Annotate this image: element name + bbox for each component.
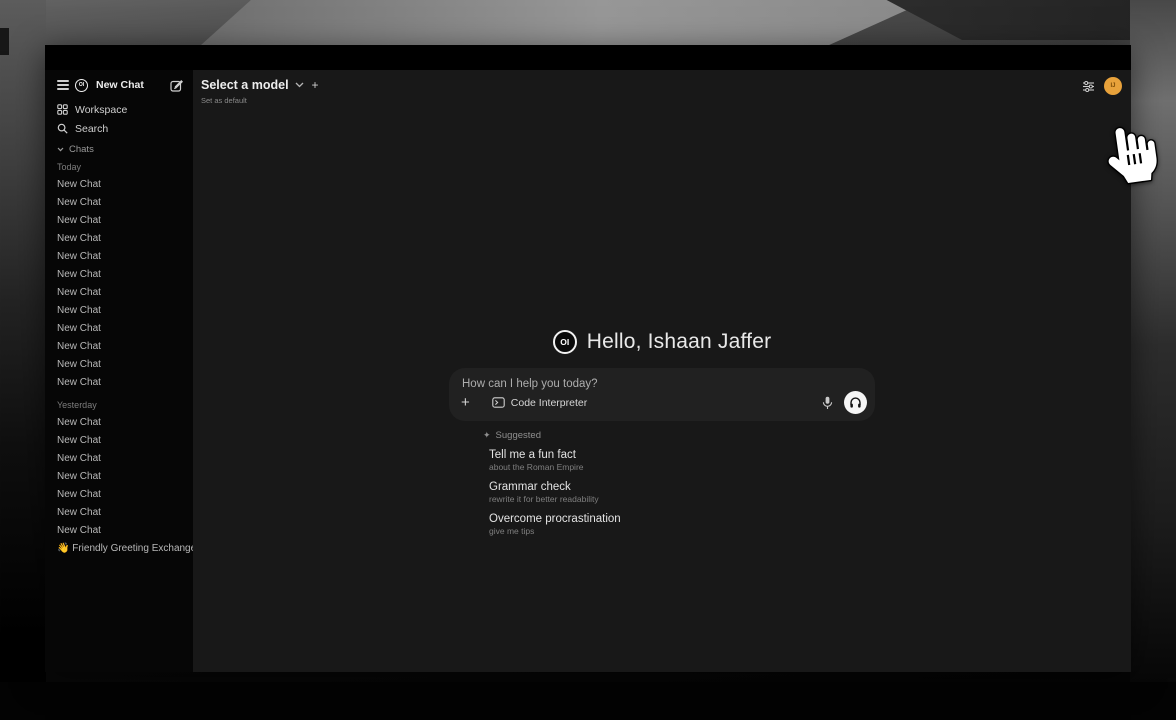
chat-list-item[interactable]: New Chat (45, 521, 193, 539)
welcome-area: OI Hello, Ishaan Jaffer + (449, 328, 875, 537)
chat-list-item[interactable]: New Chat (45, 337, 193, 355)
chevron-down-icon (57, 147, 64, 152)
sidebar-toggle-icon[interactable] (57, 80, 69, 89)
chat-list-item[interactable]: New Chat (45, 265, 193, 283)
sidebar-title: New Chat (96, 79, 164, 91)
desktop-background-shape (0, 28, 9, 55)
message-composer: + Code Interpreter (449, 368, 875, 421)
suggested-header: ✦ Suggested (483, 429, 875, 441)
app-window: OI New Chat Wo (45, 45, 1131, 672)
user-avatar[interactable]: IJ (1104, 77, 1122, 95)
chat-list-item[interactable]: New Chat (45, 175, 193, 193)
greeting: OI Hello, Ishaan Jaffer (449, 328, 875, 356)
chat-list-item[interactable]: New Chat (45, 211, 193, 229)
sparkle-icon: ✦ (483, 430, 491, 441)
suggested-label: Suggested (496, 430, 541, 441)
chat-list-item[interactable]: New Chat (45, 355, 193, 373)
code-interpreter-label: Code Interpreter (511, 397, 587, 409)
suggested-prompt-title: Tell me a fun fact (489, 448, 875, 462)
code-interpreter-icon (492, 397, 505, 408)
chat-list-item[interactable]: New Chat (45, 193, 193, 211)
app-logo-icon: OI (75, 79, 88, 92)
chat-list-today: New ChatNew ChatNew ChatNew ChatNew Chat… (45, 175, 193, 391)
chat-list-item[interactable]: New Chat (45, 373, 193, 391)
chevron-down-icon (295, 82, 304, 88)
new-chat-icon[interactable] (170, 79, 183, 92)
suggested-prompt[interactable]: Overcome procrastination give me tips (483, 512, 875, 537)
suggested-prompt-title: Overcome procrastination (489, 512, 875, 526)
sidebar-item-label: Workspace (75, 104, 127, 116)
chats-section-label: Chats (69, 144, 94, 155)
search-icon (57, 123, 68, 134)
set-as-default-button[interactable]: Set as default (201, 96, 247, 105)
desktop-background-shape (0, 0, 46, 720)
suggested-prompt[interactable]: Grammar check rewrite it for better read… (483, 480, 875, 505)
suggested-prompts: Tell me a fun fact about the Roman Empir… (483, 448, 875, 537)
chat-list-item[interactable]: New Chat (45, 485, 193, 503)
desktop-background-shape (1130, 0, 1176, 720)
main-panel: Select a model + Set as default (193, 70, 1131, 672)
sidebar-item-label: Search (75, 123, 108, 135)
suggested-prompt-subtitle: about the Roman Empire (489, 462, 875, 473)
controls-sliders-icon[interactable] (1082, 80, 1095, 93)
chat-list-item[interactable]: New Chat (45, 283, 193, 301)
chat-list-item[interactable]: New Chat (45, 247, 193, 265)
chat-list-item[interactable]: New Chat (45, 503, 193, 521)
chat-list-item[interactable]: New Chat (45, 229, 193, 247)
model-selector[interactable]: Select a model + (201, 78, 319, 92)
sidebar-header: OI New Chat (45, 76, 193, 94)
chat-list-item[interactable]: New Chat (45, 413, 193, 431)
suggested-prompt[interactable]: Tell me a fun fact about the Roman Empir… (483, 448, 875, 473)
sidebar: OI New Chat Wo (45, 70, 193, 672)
suggested-prompt-subtitle: give me tips (489, 526, 875, 537)
greeting-text: Hello, Ishaan Jaffer (587, 330, 772, 354)
suggested-section: ✦ Suggested Tell me a fun fact about the… (449, 429, 875, 537)
chat-list-item[interactable]: New Chat (45, 449, 193, 467)
model-selector-label: Select a model (201, 78, 289, 92)
desktop: OI New Chat Wo (0, 0, 1176, 720)
add-model-button[interactable]: + (312, 78, 319, 92)
voice-input-button[interactable] (822, 396, 833, 410)
attach-button[interactable]: + (461, 395, 470, 410)
desktop-background-shape (200, 0, 929, 46)
workspace-icon (57, 104, 68, 115)
suggested-prompt-subtitle: rewrite it for better readability (489, 494, 875, 505)
chat-list-item[interactable]: 👋 Friendly Greeting Exchange (45, 539, 193, 557)
app-logo-icon: OI (553, 330, 577, 354)
desktop-background-shape (0, 682, 1176, 720)
microphone-icon (822, 396, 833, 410)
sidebar-item-workspace[interactable]: Workspace (45, 100, 193, 119)
chats-section-toggle[interactable]: Chats (45, 140, 193, 159)
chat-group-label: Yesterday (45, 397, 193, 413)
sidebar-item-search[interactable]: Search (45, 119, 193, 138)
voice-call-button[interactable] (844, 391, 867, 414)
code-interpreter-toggle[interactable]: Code Interpreter (492, 397, 587, 409)
chat-list-item[interactable]: New Chat (45, 467, 193, 485)
topbar: Select a model + Set as default (193, 70, 1131, 116)
chat-list-item[interactable]: New Chat (45, 431, 193, 449)
window-title-strip (45, 45, 1131, 70)
chat-group-label: Today (45, 159, 193, 175)
chat-list-item[interactable]: New Chat (45, 301, 193, 319)
headphones-icon (849, 396, 862, 409)
chat-list-yesterday: New ChatNew ChatNew ChatNew ChatNew Chat… (45, 413, 193, 557)
chat-list-item[interactable]: New Chat (45, 319, 193, 337)
suggested-prompt-title: Grammar check (489, 480, 875, 494)
